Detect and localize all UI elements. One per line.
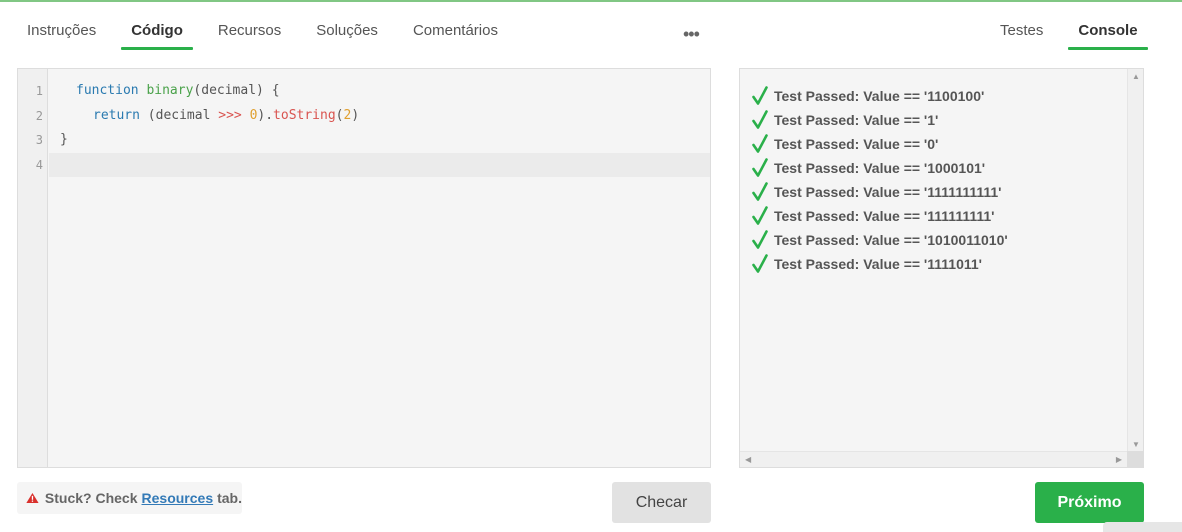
test-result-row: Test Passed: Value == '1100100' <box>752 84 984 108</box>
checkmark-icon <box>752 254 768 273</box>
scroll-down-icon[interactable]: ▼ <box>1132 440 1140 449</box>
next-button[interactable]: Próximo <box>1035 482 1144 523</box>
test-result-text: Test Passed: Value == '0' <box>774 136 939 152</box>
warning-icon <box>26 492 39 504</box>
test-result-row: Test Passed: Value == '1111011' <box>752 252 982 276</box>
test-result-text: Test Passed: Value == '1111011' <box>774 256 983 272</box>
code-text: ( <box>335 108 344 123</box>
code-line-1: function binary(decimal) { <box>76 79 280 103</box>
method-name: toString <box>273 108 336 123</box>
left-tab-bar: Instruções Código Recursos Soluções Come… <box>17 18 523 50</box>
code-text: ). <box>257 108 274 123</box>
code-text: ) <box>351 108 360 123</box>
tab-testes[interactable]: Testes <box>990 18 1053 50</box>
tab-solucoes[interactable]: Soluções <box>306 18 388 50</box>
test-result-text: Test Passed: Value == '111111111' <box>774 208 995 224</box>
stuck-text: Stuck? Check <box>44 490 138 506</box>
test-result-row: Test Passed: Value == '111111111' <box>752 204 995 228</box>
line-number: 4 <box>35 158 43 172</box>
stuck-hint: Stuck? Check Resources tab. <box>17 482 242 514</box>
console-panel[interactable]: Test Passed: Value == '1100100' Test Pass… <box>739 68 1144 468</box>
more-options-icon[interactable]: ••• <box>683 24 700 45</box>
checkmark-icon <box>752 230 768 249</box>
code-editor[interactable]: 1 2 3 4 function binary(decimal) { retur… <box>17 68 711 468</box>
horizontal-scrollbar[interactable]: ◀ ▶ <box>740 451 1127 467</box>
test-result-text: Test Passed: Value == '1111111111' <box>774 184 1002 200</box>
stuck-text-suffix: tab. <box>217 490 242 506</box>
checkmark-icon <box>752 110 768 129</box>
line-number: 1 <box>35 84 43 98</box>
tab-console[interactable]: Console <box>1068 18 1148 50</box>
test-result-text: Test Passed: Value == '1' <box>774 112 939 128</box>
test-result-text: Test Passed: Value == '1100100' <box>774 88 985 104</box>
checkmark-icon <box>752 158 768 177</box>
vertical-scrollbar[interactable]: ▲ ▼ <box>1127 69 1143 452</box>
keyword: function <box>76 83 139 98</box>
line-number-gutter: 1 2 3 4 <box>18 69 48 467</box>
resources-link[interactable]: Resources <box>142 490 214 506</box>
tab-recursos[interactable]: Recursos <box>208 18 291 50</box>
checkmark-icon <box>752 86 768 105</box>
right-tab-bar: Testes Console <box>990 18 1163 50</box>
line-number: 2 <box>35 109 43 123</box>
tab-instrucoes[interactable]: Instruções <box>17 18 106 50</box>
active-line-highlight <box>49 153 710 177</box>
scrollbar-corner <box>1127 451 1143 467</box>
function-name: binary <box>146 83 194 98</box>
test-result-row: Test Passed: Value == '1' <box>752 108 938 132</box>
code-line-3: } <box>60 132 68 147</box>
partial-element <box>1103 522 1182 532</box>
test-result-text: Test Passed: Value == '1010011010' <box>774 232 1008 248</box>
code-text: (decimal <box>147 108 219 123</box>
keyword: return <box>93 108 140 123</box>
scroll-right-icon[interactable]: ▶ <box>1116 455 1122 464</box>
test-result-text: Test Passed: Value == '1000101' <box>774 160 986 176</box>
test-result-row: Test Passed: Value == '1111111111' <box>752 180 1002 204</box>
tab-codigo[interactable]: Código <box>121 18 193 50</box>
check-button[interactable]: Checar <box>612 482 711 523</box>
test-result-row: Test Passed: Value == '0' <box>752 132 938 156</box>
code-line-2: return (decimal >>> 0).toString(2) <box>93 104 359 128</box>
test-result-row: Test Passed: Value == '1010011010' <box>752 228 1008 252</box>
top-accent-bar <box>0 0 1182 2</box>
tab-comentarios[interactable]: Comentários <box>403 18 508 50</box>
code-text: (decimal) { <box>193 83 280 98</box>
operator: >>> <box>218 108 242 123</box>
scroll-left-icon[interactable]: ◀ <box>745 455 751 464</box>
checkmark-icon <box>752 182 768 201</box>
checkmark-icon <box>752 134 768 153</box>
scroll-up-icon[interactable]: ▲ <box>1132 72 1140 81</box>
test-result-row: Test Passed: Value == '1000101' <box>752 156 985 180</box>
checkmark-icon <box>752 206 768 225</box>
line-number: 3 <box>35 133 43 147</box>
